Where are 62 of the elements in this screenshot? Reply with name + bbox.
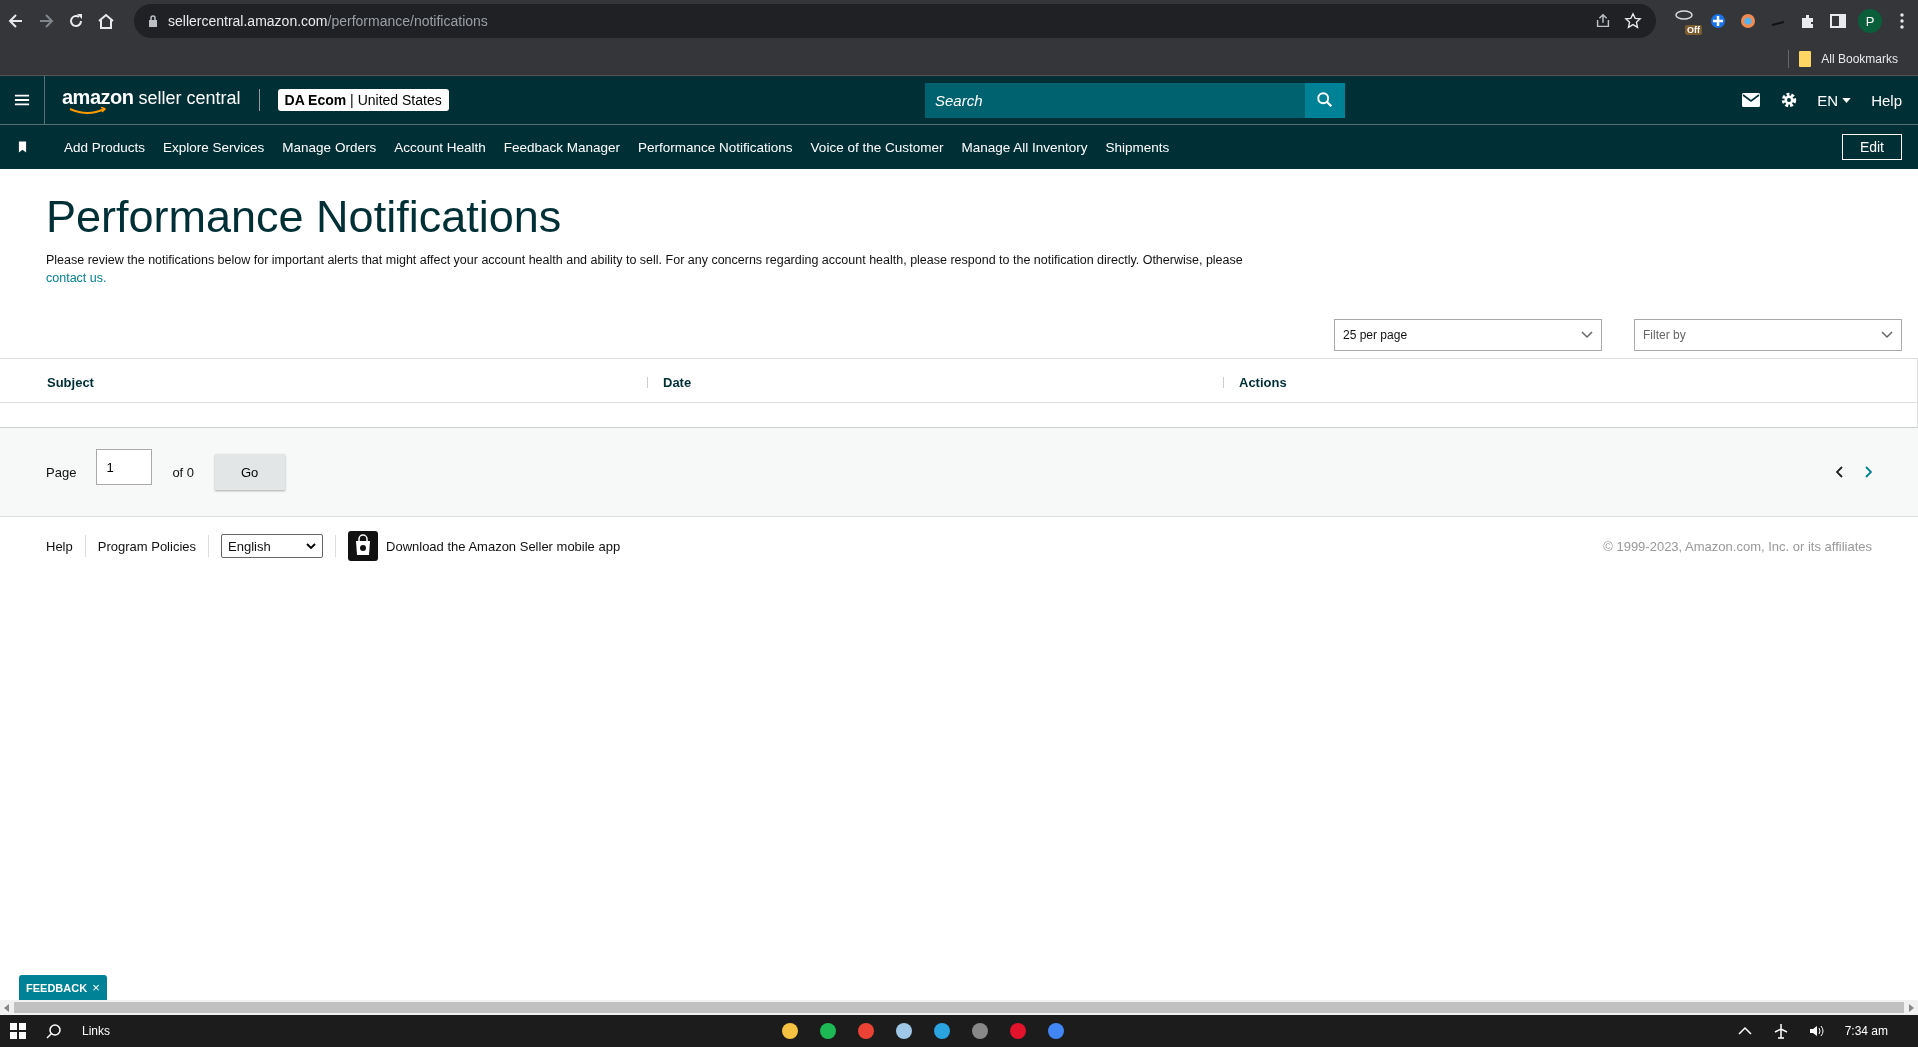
search-field[interactable]: Search [925, 82, 1305, 118]
nav-link[interactable]: Manage All Inventory [961, 139, 1088, 155]
feedback-tab[interactable]: FEEDBACK × [19, 975, 107, 1000]
nav-link[interactable]: Explore Services [163, 139, 265, 155]
taskbar-search-label[interactable]: Links [82, 1024, 110, 1038]
airplane-icon[interactable] [1772, 1023, 1789, 1039]
nav-link[interactable]: Feedback Manager [503, 139, 621, 155]
nav-link[interactable]: Add Products [64, 139, 146, 155]
scroll-right-icon[interactable] [1908, 1003, 1914, 1012]
nav-link[interactable]: Performance Notifications [638, 139, 793, 155]
bookmarks-folder[interactable]: All Bookmarks [1821, 51, 1898, 66]
shopping-bag-icon[interactable] [348, 531, 378, 561]
home-icon[interactable] [96, 11, 116, 31]
language-menu[interactable]: EN [1817, 91, 1852, 109]
column-header[interactable]: Subject [47, 375, 94, 390]
page-total: of 0 [172, 464, 195, 480]
mail-icon[interactable] [1741, 91, 1762, 109]
page-description: Please review the notifications below for important alerts that might affect your account health and ability to sell. For any concerns regarding account health, please respond to the notification directly. Otherwise, please contact us. [46, 252, 1244, 287]
page-label: Page [46, 464, 77, 480]
profile-avatar[interactable]: P [1858, 9, 1882, 33]
footer-link[interactable]: Program Policies [97, 538, 208, 554]
close-button[interactable]: × [92, 980, 100, 995]
scroll-left-icon[interactable] [4, 1003, 10, 1012]
per-page-select[interactable]: 25 per page [1334, 319, 1602, 351]
nav-link[interactable]: Manage Orders [282, 139, 377, 155]
clock[interactable]: 7:34 am [1844, 1024, 1888, 1038]
chevron-down-icon[interactable] [306, 543, 316, 549]
go-button[interactable]: Go [214, 454, 285, 490]
bookmark-icon[interactable] [18, 141, 27, 153]
start-icon[interactable] [10, 1023, 26, 1039]
scrollbar-thumb[interactable] [14, 1002, 1904, 1013]
nav-link[interactable]: Account Health [394, 139, 486, 155]
mobile-app-link[interactable]: Download the Amazon Seller mobile app [386, 538, 633, 554]
next-page-icon[interactable] [1864, 466, 1872, 478]
lock-icon [148, 15, 158, 27]
address-bar[interactable]: sellercentral.amazon.com/performance/notifications [134, 4, 1656, 38]
account-switcher[interactable]: DA Ecom | United States [277, 89, 449, 111]
page-number-field[interactable]: 1 [96, 449, 153, 485]
edit-button[interactable]: Edit [1841, 134, 1902, 160]
menu-icon[interactable] [14, 93, 30, 107]
extension-icon[interactable] [1738, 11, 1758, 31]
nav-link[interactable]: Shipments [1105, 139, 1170, 155]
caret-icon[interactable] [1842, 97, 1852, 103]
page-title: Performance Notifications [46, 191, 563, 243]
help-link[interactable]: Help [1871, 91, 1902, 109]
share-icon[interactable] [1594, 12, 1612, 30]
star-icon[interactable] [1624, 12, 1642, 30]
contact-link[interactable]: contact us. [46, 271, 107, 285]
volume-icon[interactable] [1808, 1023, 1825, 1039]
column-header[interactable]: Actions [1239, 375, 1287, 390]
column-header[interactable]: Date [663, 375, 692, 390]
copyright-text: © 1999-2023, Amazon.com, Inc. or its affiliates [1603, 538, 1872, 554]
search-icon[interactable] [46, 1023, 62, 1039]
nav-link[interactable]: Voice of the Customer [810, 139, 944, 155]
extension-icon[interactable] [1708, 11, 1728, 31]
side-panel-icon[interactable] [1828, 11, 1848, 31]
previous-page-icon[interactable] [1836, 466, 1844, 478]
language-select[interactable]: English [221, 534, 323, 558]
footer-link[interactable]: Help [46, 538, 85, 554]
filter-select[interactable]: Filter by [1634, 319, 1902, 351]
seller-central-logo[interactable]: amazon seller central [62, 85, 241, 115]
search-button[interactable] [1305, 82, 1345, 118]
